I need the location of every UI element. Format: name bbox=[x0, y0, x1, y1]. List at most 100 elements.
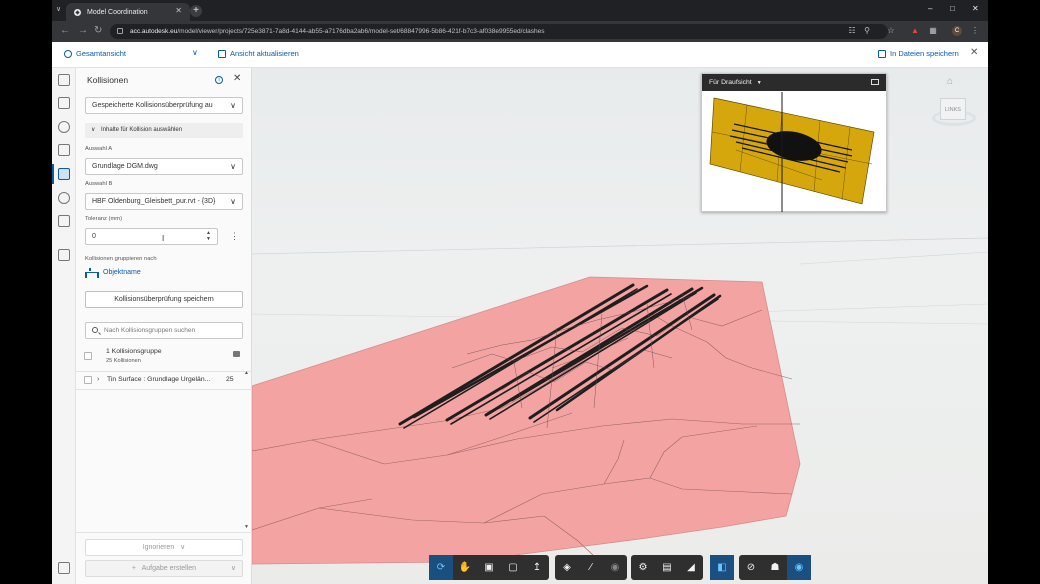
hide-icon[interactable]: ⊘ bbox=[739, 555, 763, 580]
app-header: Gesamtansicht ∨ Ansicht aktualisieren In… bbox=[52, 42, 988, 68]
chevron-down-icon: ∨ bbox=[230, 197, 236, 206]
view-cube-face[interactable]: LINKS bbox=[940, 98, 966, 120]
panel-close-icon[interactable]: ✕ bbox=[233, 73, 241, 84]
forward-icon[interactable]: → bbox=[78, 25, 88, 36]
selection-b-value: HBF Oldenburg_Gleisbett_pur.rvt - {3D} bbox=[92, 198, 216, 205]
tab-bar: ∨ Model Coordination ✕ + – □ ✕ bbox=[52, 0, 988, 21]
properties-icon[interactable]: ☗ bbox=[763, 555, 787, 580]
zoom-window-icon[interactable]: ▢ bbox=[501, 555, 525, 580]
clash-group-search-input[interactable]: Nach Kollisionsgruppen suchen bbox=[85, 322, 243, 339]
chevron-down-icon: ∨ bbox=[180, 544, 186, 551]
scroll-up-icon[interactable]: ▲ bbox=[244, 370, 249, 376]
external-link-icon bbox=[878, 49, 886, 58]
clash-icon[interactable]: ◉ bbox=[787, 555, 811, 580]
list-divider bbox=[76, 389, 252, 390]
zoom-icon[interactable]: ⚲ bbox=[862, 26, 872, 36]
minimap[interactable]: Für Draufsicht ▼ bbox=[701, 73, 887, 212]
section-select-content[interactable]: Inhalte für Kollision auswählen bbox=[85, 123, 243, 138]
home-view-icon[interactable]: ⌂ bbox=[947, 76, 953, 87]
url-path: /model/viewer/projects/725e3871-7a8d-414… bbox=[177, 28, 545, 35]
table-icon[interactable] bbox=[58, 562, 70, 574]
search-models-icon[interactable] bbox=[58, 144, 70, 156]
window-close-icon[interactable]: ✕ bbox=[972, 4, 979, 13]
tolerance-input[interactable]: 0 I ▲ ▼ bbox=[85, 228, 218, 245]
site-info-icon[interactable] bbox=[117, 28, 123, 34]
create-task-button[interactable]: + Aufgabe erstellen ∨ bbox=[85, 560, 243, 577]
save-clash-check-button[interactable]: Kollisionsüberprüfung speichern bbox=[85, 291, 243, 308]
orbit-icon[interactable]: ⟳ bbox=[429, 555, 453, 580]
group-visibility-icon[interactable] bbox=[233, 351, 240, 357]
pan-icon[interactable]: ✋ bbox=[453, 555, 477, 580]
close-viewer-icon[interactable]: ✕ bbox=[970, 47, 978, 58]
caret-down-icon[interactable]: ▼ bbox=[757, 80, 762, 86]
expand-icon[interactable] bbox=[871, 79, 879, 85]
extensions-icon[interactable]: ▦ bbox=[928, 26, 938, 36]
maximize-icon[interactable]: □ bbox=[950, 4, 955, 13]
view-selector[interactable]: Gesamtansicht bbox=[64, 49, 126, 58]
rfis-icon[interactable] bbox=[58, 215, 70, 227]
clashes-icon[interactable] bbox=[58, 168, 70, 180]
address-bar-row: ← → ↻ acc.autodesk.eu/model/viewer/proje… bbox=[52, 21, 988, 42]
save-view-icon[interactable]: ▤ bbox=[655, 555, 679, 580]
minimap-plan bbox=[709, 92, 875, 212]
model-viewer-canvas[interactable]: Für Draufsicht ▼ ⌂ LINKS bbox=[252, 68, 988, 584]
bookmark-star-icon[interactable]: ☆ bbox=[886, 26, 896, 36]
refresh-view-button[interactable]: Ansicht aktualisieren bbox=[218, 49, 299, 58]
views-icon[interactable] bbox=[58, 121, 70, 133]
measure-icon[interactable]: ∕ bbox=[579, 555, 603, 580]
selection-b-dropdown[interactable]: HBF Oldenburg_Gleisbett_pur.rvt - {3D} ∨ bbox=[85, 193, 243, 210]
clash-row-name[interactable]: Tin Surface : Grundlage Urgelän... bbox=[107, 376, 217, 383]
fit-icon[interactable]: ▣ bbox=[477, 555, 501, 580]
stepper-icon[interactable]: ▲ ▼ bbox=[206, 230, 211, 242]
markup-icon[interactable]: ◢ bbox=[679, 555, 703, 580]
bookmark-icon[interactable] bbox=[58, 97, 70, 109]
sheets-icon[interactable]: ◧ bbox=[710, 555, 734, 580]
clash-group-name[interactable]: 1 Kollisionsgruppe bbox=[106, 348, 162, 355]
minimap-header: Für Draufsicht ▼ bbox=[702, 74, 886, 91]
chevron-down-icon[interactable]: ∨ bbox=[192, 48, 198, 57]
acrobat-extension-icon[interactable]: ▲ bbox=[910, 26, 920, 36]
section-icon[interactable]: ◈ bbox=[555, 555, 579, 580]
profile-avatar[interactable]: C bbox=[952, 26, 962, 36]
hierarchy-icon bbox=[85, 268, 99, 278]
translate-icon[interactable]: ☷ bbox=[847, 26, 857, 36]
reload-icon[interactable]: ↻ bbox=[94, 25, 102, 36]
explode-icon[interactable]: ◉ bbox=[603, 555, 627, 580]
settings-icon[interactable]: ⚙ bbox=[631, 555, 655, 580]
walk-icon[interactable]: ↥ bbox=[525, 555, 549, 580]
horizon-line bbox=[252, 237, 988, 255]
url-input[interactable]: acc.autodesk.eu/model/viewer/projects/72… bbox=[110, 24, 888, 39]
scroll-down-icon[interactable]: ▼ bbox=[244, 524, 249, 530]
back-icon[interactable]: ← bbox=[60, 25, 70, 36]
ignore-button[interactable]: Ignorieren ∨ bbox=[85, 539, 243, 556]
search-placeholder: Nach Kollisionsgruppen suchen bbox=[104, 327, 196, 334]
minimize-icon[interactable]: – bbox=[928, 4, 932, 13]
row-checkbox[interactable] bbox=[84, 376, 92, 384]
globe-icon bbox=[64, 49, 72, 58]
group-by-selector[interactable]: Objektname bbox=[85, 268, 141, 278]
tab-close-icon[interactable]: ✕ bbox=[175, 6, 182, 15]
tab-search-icon[interactable]: ∨ bbox=[56, 5, 61, 13]
left-rail bbox=[52, 68, 76, 584]
expand-chevron-icon[interactable]: › bbox=[97, 376, 99, 383]
view-cube[interactable]: LINKS bbox=[932, 94, 976, 134]
save-to-files-button[interactable]: In Dateien speichern bbox=[878, 49, 959, 58]
new-tab-button[interactable]: + bbox=[190, 5, 202, 17]
selection-a-dropdown[interactable]: Grundlage DGM.dwg ∨ bbox=[85, 158, 243, 175]
models-icon[interactable] bbox=[58, 74, 70, 86]
more-options-icon[interactable]: ⋮ bbox=[230, 231, 239, 242]
browser-menu-icon[interactable]: ⋮ bbox=[970, 26, 980, 36]
group-by-value: Objektname bbox=[103, 269, 141, 276]
terrain-surface bbox=[252, 276, 801, 565]
text-cursor-icon: I bbox=[162, 234, 165, 243]
info-icon[interactable]: i bbox=[215, 76, 223, 84]
issues-icon[interactable] bbox=[58, 192, 70, 204]
clash-row-count: 25 bbox=[226, 376, 234, 383]
saved-clash-dropdown[interactable]: Gespeicherte Kollisionsüberprüfung au ∨ bbox=[85, 97, 243, 114]
minimap-title[interactable]: Für Draufsicht bbox=[709, 79, 752, 86]
active-indicator bbox=[52, 164, 54, 184]
group-checkbox[interactable] bbox=[84, 352, 92, 360]
browser-tab[interactable]: Model Coordination ✕ bbox=[66, 3, 190, 21]
ground-line bbox=[799, 251, 988, 265]
compare-icon[interactable] bbox=[58, 249, 70, 261]
